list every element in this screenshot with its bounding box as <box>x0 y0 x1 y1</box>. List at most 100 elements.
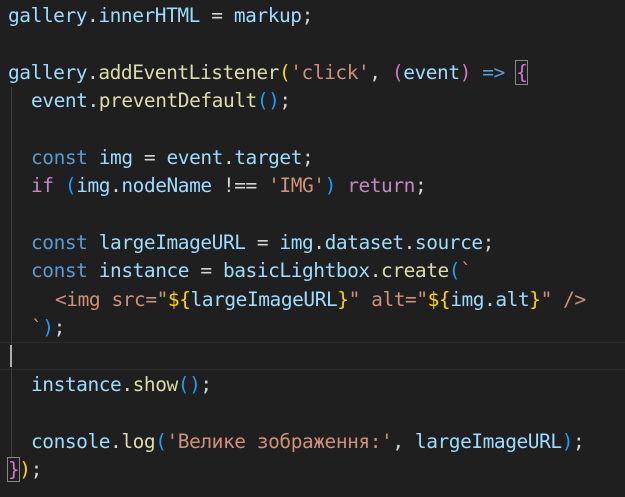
token-variable: event <box>166 146 224 169</box>
token-punctuation: . <box>121 373 133 396</box>
code-line-1[interactable]: gallery.innerHTML = markup; <box>8 2 313 30</box>
code-line-7[interactable]: if (img.nodeName !== 'IMG') return; <box>31 172 427 200</box>
token-keyword-control: if <box>31 174 54 197</box>
token-property: target <box>234 146 302 169</box>
token-interpolation: ${ <box>167 288 191 311</box>
token-punctuation: ; <box>482 231 495 254</box>
token-operator: = <box>132 146 167 169</box>
token-bracket: () <box>177 373 201 396</box>
token-string: < <box>55 288 67 311</box>
token-bracket: ( <box>278 61 291 84</box>
token-string: 'click' <box>290 61 370 84</box>
token-operator: = <box>245 231 280 254</box>
token-variable: markup <box>233 4 302 27</box>
token-variable: console <box>31 430 111 453</box>
token-punctuation: , <box>369 61 392 84</box>
token-punctuation: ; <box>279 89 291 112</box>
token-punctuation: . <box>403 231 416 254</box>
token-variable: img <box>450 288 485 311</box>
code-line-6[interactable]: const img = event.target; <box>31 144 314 172</box>
token-bracket: ) <box>42 316 54 339</box>
token-variable: instance <box>98 259 190 282</box>
token-operator: = <box>189 259 223 282</box>
code-line-10[interactable]: const instance = basicLightbox.create(` <box>31 257 472 285</box>
token-punctuation: ; <box>200 373 212 396</box>
token-punctuation: ; <box>53 316 66 339</box>
token-punctuation: ; <box>572 430 585 453</box>
indent-guide <box>11 87 12 457</box>
token-punctuation: . <box>110 430 122 453</box>
token-variable: gallery <box>8 61 88 84</box>
token-bracket: ) <box>324 174 337 197</box>
token-property: nodeName <box>121 174 212 197</box>
code-line-11[interactable]: <img src="${largeImageURL}" alt="${img.a… <box>55 286 586 314</box>
token-parameter: event <box>403 61 460 84</box>
token-interpolation: } <box>529 288 541 311</box>
token-method: show <box>132 373 179 396</box>
token-string: 'Велике зображення:' <box>166 430 393 453</box>
token-punctuation: ; <box>414 174 427 197</box>
token-punctuation: ; <box>301 4 314 27</box>
token-punctuation: . <box>87 61 99 84</box>
token-bracket: ( <box>64 174 77 197</box>
token-template-string: ` <box>31 316 43 339</box>
token-variable: event <box>31 89 88 112</box>
token-keyword: const <box>31 259 88 282</box>
text-cursor <box>10 345 12 367</box>
token-keyword: const <box>31 146 88 169</box>
token-string: " alt=" <box>348 288 428 311</box>
token-bracket: () <box>256 89 280 112</box>
code-line-9[interactable]: const largeImageURL = img.dataset.source… <box>31 229 494 257</box>
token-string: 'IMG' <box>268 174 325 197</box>
token-string: img <box>66 288 101 311</box>
code-line-12[interactable]: `); <box>31 314 65 342</box>
token-punctuation: . <box>87 89 99 112</box>
token-variable: img <box>76 174 111 197</box>
token-variable: largeImageURL <box>190 288 338 311</box>
token-keyword-control: return <box>347 174 415 197</box>
token-punctuation: ; <box>302 146 314 169</box>
token-variable: largeImageURL <box>98 231 246 254</box>
token-operator: !== <box>211 174 269 197</box>
token-punctuation: , <box>392 430 415 453</box>
token-property: innerHTML <box>98 4 200 27</box>
token-property: dataset <box>324 231 404 254</box>
code-editor[interactable]: gallery.innerHTML = markup; gallery.addE… <box>0 0 625 497</box>
token-bracket: ( <box>155 430 167 453</box>
code-line-17[interactable]: }); <box>6 456 43 484</box>
token-bracket-matched: } <box>6 457 21 482</box>
code-line-3[interactable]: gallery.addEventListener('click', (event… <box>8 59 529 87</box>
token-variable: gallery <box>8 4 88 27</box>
token-method: log <box>121 430 156 453</box>
code-line-4[interactable]: event.preventDefault(); <box>31 87 291 115</box>
token-punctuation: . <box>222 146 235 169</box>
token-method: addEventListener <box>98 61 279 84</box>
token-string: " /> <box>540 288 587 311</box>
token-punctuation: . <box>369 259 382 282</box>
token-variable: img <box>98 146 133 169</box>
token-template-string: ` <box>460 259 472 282</box>
token-method: create <box>381 259 449 282</box>
token-method: preventDefault <box>98 89 258 112</box>
code-line-16[interactable]: console.log('Велике зображення:', largeI… <box>31 428 585 456</box>
token-punctuation: . <box>87 4 99 27</box>
token-interpolation: ${ <box>427 288 451 311</box>
token-punctuation: . <box>313 231 325 254</box>
token-bracket: ) <box>561 430 574 453</box>
token-variable: instance <box>31 373 122 396</box>
token-bracket: ) <box>19 458 31 481</box>
token-variable: largeImageURL <box>414 430 562 453</box>
token-punctuation: . <box>110 174 122 197</box>
token-punctuation: ; <box>30 458 43 481</box>
token-operator: = <box>199 4 234 27</box>
code-line-14[interactable]: instance.show(); <box>31 371 212 399</box>
current-line-highlight <box>0 342 625 371</box>
token-keyword: const <box>31 231 88 254</box>
token-interpolation: } <box>337 288 349 311</box>
token-variable: basicLightbox <box>222 259 370 282</box>
